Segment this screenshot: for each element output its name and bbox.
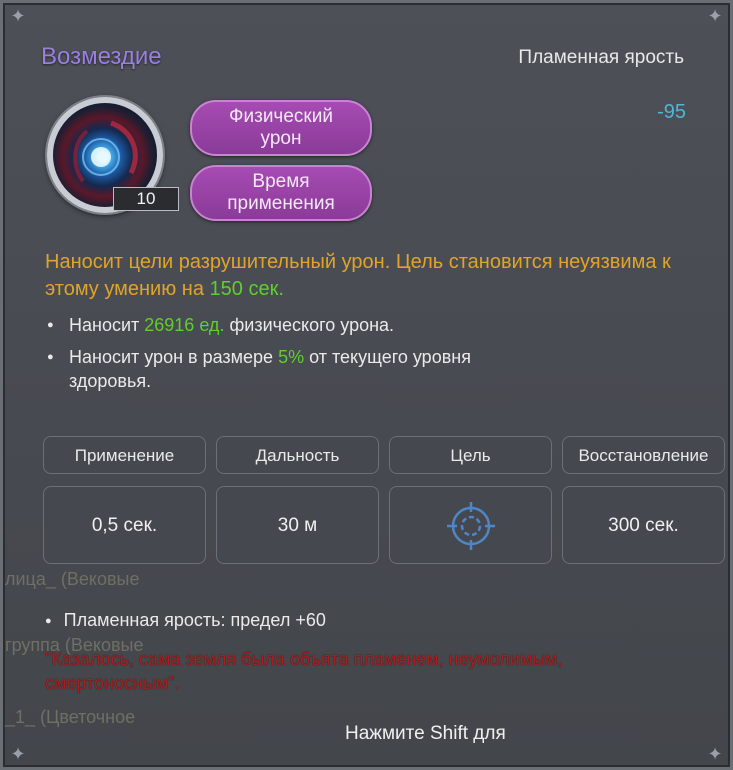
skill-icon-frame: 10 <box>41 95 179 215</box>
corner-ornament-icon: ✦ <box>10 6 26 26</box>
background-chat-text: _1_ (Цветочное <box>5 707 136 727</box>
stat-value: 0,5 сек. <box>43 486 206 564</box>
target-crosshair-icon <box>445 500 497 552</box>
list-item: Наносит урон в размере 5% от текущего ур… <box>45 345 509 393</box>
description-highlight: 150 сек. <box>209 278 284 300</box>
stat-value: 300 сек. <box>562 486 725 564</box>
fury-limit: Пламенная ярость: предел +60 <box>45 610 326 631</box>
stat-value: 30 м <box>216 486 379 564</box>
skill-tooltip: ✦ ✦ ✦ ✦ Возмездие Пламенная ярость -95 1… <box>0 0 733 770</box>
stat-label: Цель <box>389 436 552 474</box>
corner-ornament-icon: ✦ <box>10 744 26 764</box>
stat-label: Восстановление <box>562 436 725 474</box>
corner-ornament-icon: ✦ <box>707 744 723 764</box>
stat-target: Цель <box>389 436 552 564</box>
skill-cost: -95 <box>657 101 686 123</box>
background-chat-text: лица_ (Вековые <box>5 569 140 589</box>
skill-description: Наносит цели разрушительный урон. Цель с… <box>45 249 695 303</box>
effect-text: физического урона. <box>224 315 395 335</box>
skill-quote: "Казалось, сама земля была объята пламен… <box>45 649 563 693</box>
skill-level-badge: 10 <box>113 187 179 211</box>
effect-highlight: 5% <box>278 347 305 367</box>
skill-type: Пламенная ярость <box>518 47 684 68</box>
stat-label: Дальность <box>216 436 379 474</box>
skill-title: Возмездие <box>41 43 162 70</box>
effect-text: Наносит урон в размере <box>69 347 279 367</box>
stat-cooldown: Восстановление 300 сек. <box>562 436 725 564</box>
description-text: Наносит цели разрушительный урон. Цель с… <box>45 251 671 300</box>
stat-cast: Применение 0,5 сек. <box>43 436 206 564</box>
stat-label: Применение <box>43 436 206 474</box>
corner-ornament-icon: ✦ <box>707 6 723 26</box>
tag-label: Время применения <box>227 171 335 214</box>
tag-physical-damage: Физический урон <box>190 100 372 156</box>
tag-label: Физический урон <box>229 106 333 149</box>
stat-value <box>389 486 552 564</box>
effect-highlight: 26916 ед. <box>144 315 225 335</box>
skill-stats: Применение 0,5 сек. Дальность 30 м Цель <box>43 436 725 564</box>
effect-text: Наносит <box>69 315 145 335</box>
stat-range: Дальность 30 м <box>216 436 379 564</box>
effects-list: Наносит 26916 ед. физического урона. Нан… <box>45 313 695 401</box>
list-item: Наносит 26916 ед. физического урона. <box>45 313 695 337</box>
tag-cast-time: Время применения <box>190 165 372 221</box>
shift-hint: Нажмите Shift для <box>345 723 506 744</box>
